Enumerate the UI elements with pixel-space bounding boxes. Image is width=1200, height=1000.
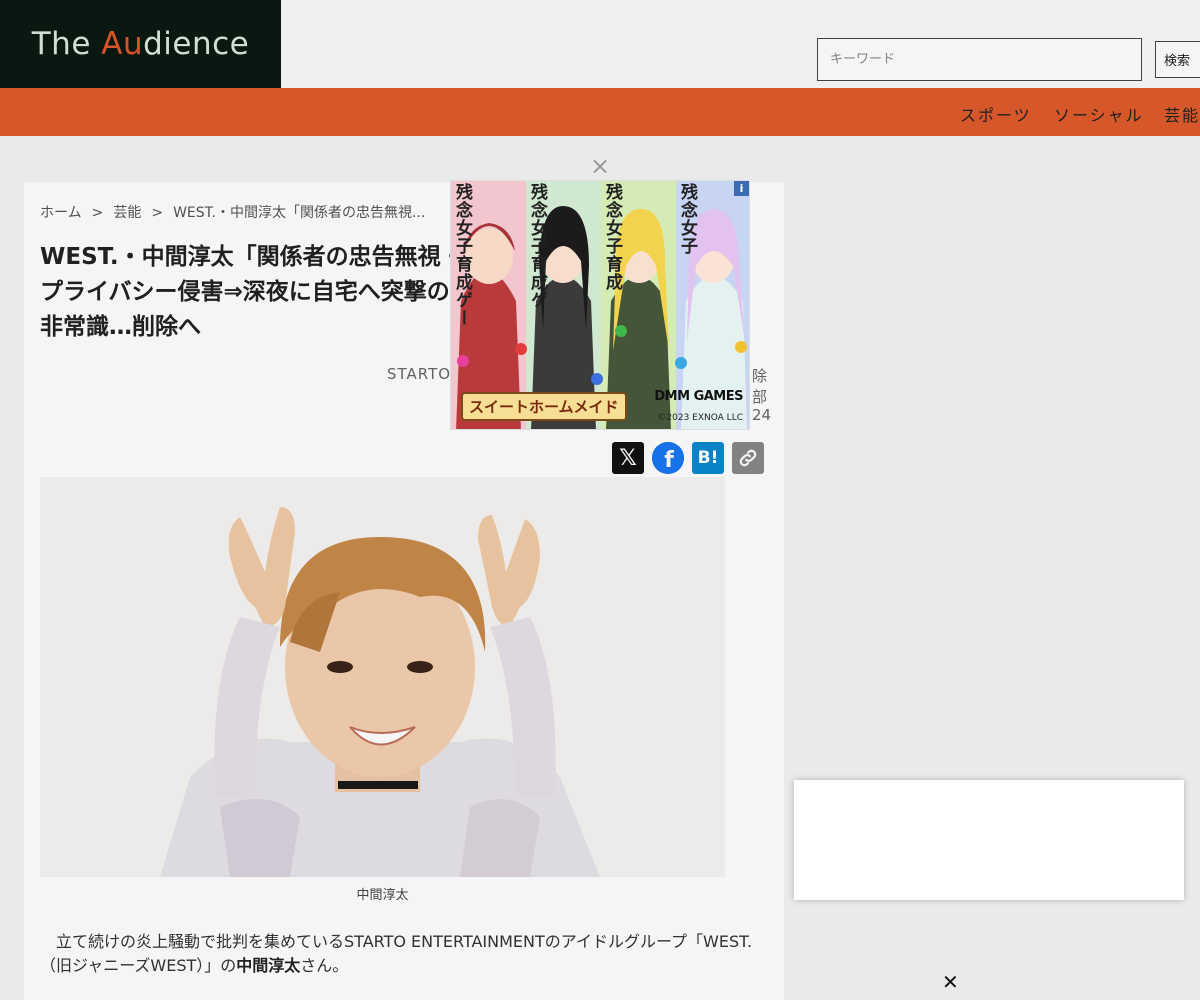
ad-copyright: ©2023 EXNOA LLC	[657, 413, 743, 423]
close-icon: ✕	[942, 970, 959, 994]
ad-panel-label-3: 残念女子育成	[602, 183, 622, 291]
floating-ad-box[interactable]	[794, 780, 1184, 900]
ad-panel-label-2: 残念女子育成ゲ	[527, 183, 547, 309]
ad-game-title: スイートホームメイド	[461, 392, 627, 421]
bottom-ad-close-button[interactable]: ✕	[942, 970, 959, 994]
ad-panel-label-1: 残念女子育成ゲー	[452, 183, 472, 327]
ad-panel-label-4: 残念女子	[677, 183, 697, 255]
ad-brand: DMM GAMES	[654, 389, 743, 404]
close-icon: ×	[590, 152, 611, 180]
ad-info-icon[interactable]: i	[734, 181, 749, 196]
ad-close-button[interactable]: ×	[590, 154, 610, 178]
interstitial-ad[interactable]: 残念女子育成ゲー 残念女子育成ゲ 残念女子育成 残念女子 i スイートホームメイ…	[450, 180, 750, 430]
